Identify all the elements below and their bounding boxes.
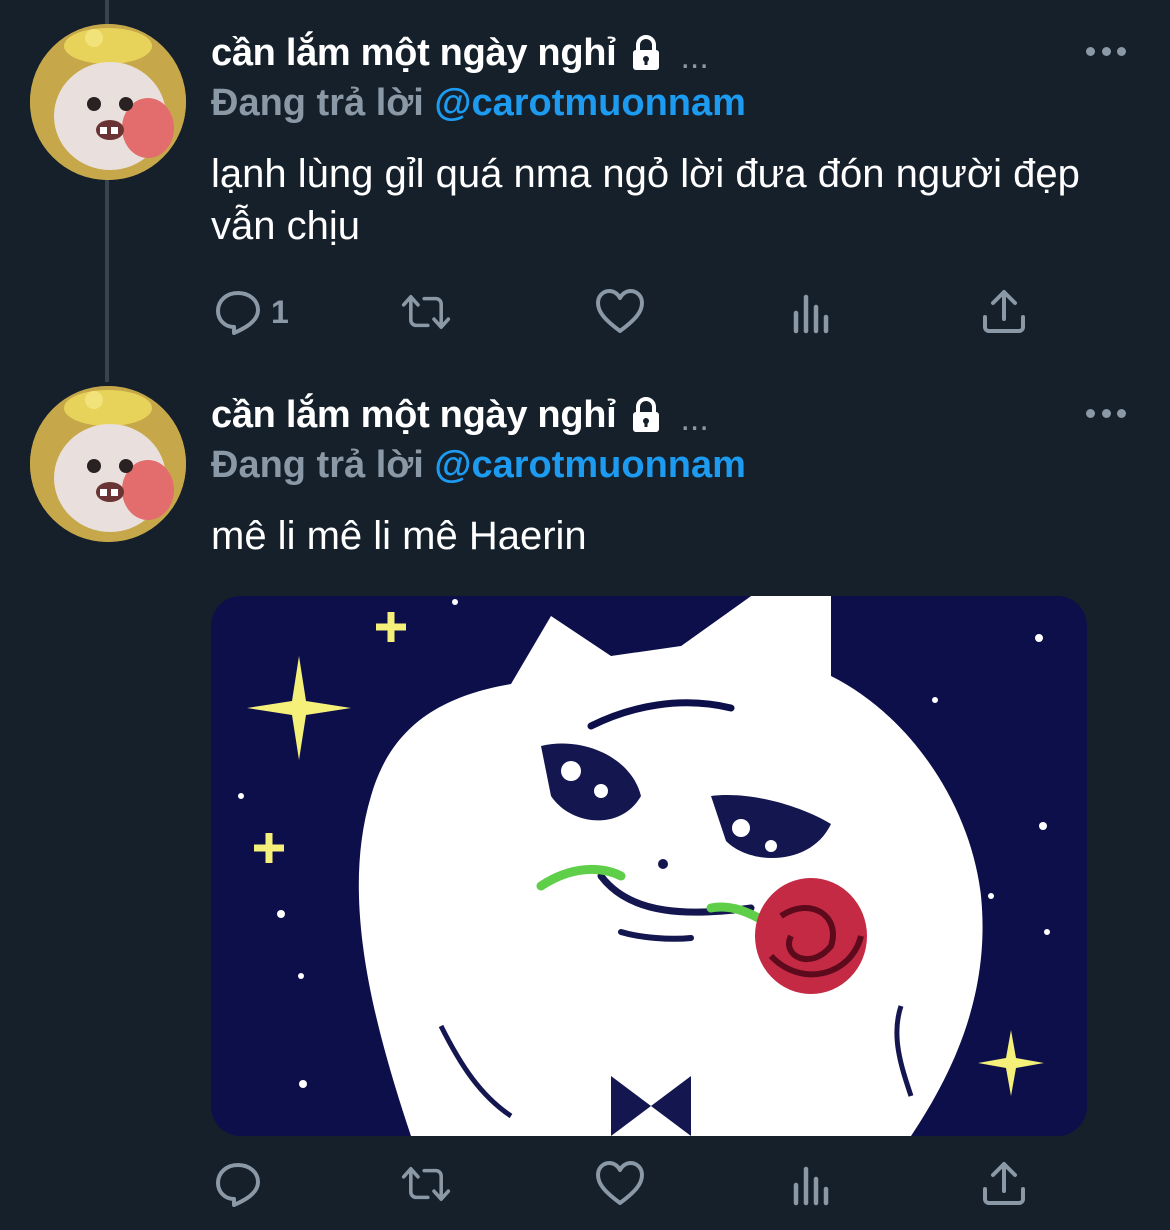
reply-button[interactable]: 1 [213,285,289,339]
analytics-icon [793,294,829,334]
retweet-button[interactable] [401,1157,459,1211]
share-button[interactable] [979,285,1029,339]
lock-icon [626,395,666,435]
cartoon-cat-rose-image [211,596,1087,1136]
replying-to-handle-link[interactable]: @carotmuonnam [434,444,746,486]
retweet-button[interactable] [401,285,459,339]
replying-to-label: Đang trả lời [211,444,424,486]
reply-icon [216,1163,260,1207]
share-button[interactable] [979,1157,1029,1211]
retweet-icon [401,295,451,329]
tweet-header: cần lắm một ngày nghỉ ... [211,30,709,76]
tweet-actions: 1 [211,285,1091,339]
like-button[interactable] [595,1157,653,1211]
lock-icon [626,33,666,73]
analytics-button[interactable] [787,285,837,339]
retweet-icon [401,1167,451,1201]
avatar[interactable] [30,386,186,542]
tweet[interactable]: cần lắm một ngày nghỉ ... Đang trả lời @… [0,0,1170,370]
reply-icon [216,291,260,335]
tweet-actions [211,1157,1091,1211]
replying-to-label: Đang trả lời [211,82,424,124]
heart-icon [596,1161,644,1205]
display-name[interactable]: cần lắm một ngày nghỉ [211,32,617,75]
heart-icon [596,289,644,333]
tweet-media-image[interactable] [211,596,1087,1136]
like-button[interactable] [595,285,653,339]
replying-to: Đang trả lời @carotmuonnam [211,82,746,125]
share-icon [983,290,1025,333]
analytics-icon [793,1166,829,1206]
tweet-text: mê li mê li mê Haerin [211,514,587,558]
analytics-button[interactable] [787,1157,837,1211]
reply-count: 1 [271,293,289,330]
tweet-header: cần lắm một ngày nghỉ ... [211,392,709,438]
replying-to: Đang trả lời @carotmuonnam [211,444,746,487]
name-truncation: ... [680,399,709,438]
reply-button[interactable] [213,1157,271,1211]
share-icon [983,1162,1025,1205]
display-name[interactable]: cần lắm một ngày nghỉ [211,394,617,437]
avatar[interactable] [30,24,186,180]
more-options-icon[interactable] [1086,44,1126,58]
name-truncation: ... [680,37,709,76]
replying-to-handle-link[interactable]: @carotmuonnam [434,82,746,124]
more-options-icon[interactable] [1086,406,1126,420]
tweet[interactable]: cần lắm một ngày nghỉ ... Đang trả lời @… [0,370,1170,1230]
tweet-text: lạnh lùng gỉl quá nma ngỏ lời đưa đón ng… [211,152,1080,248]
